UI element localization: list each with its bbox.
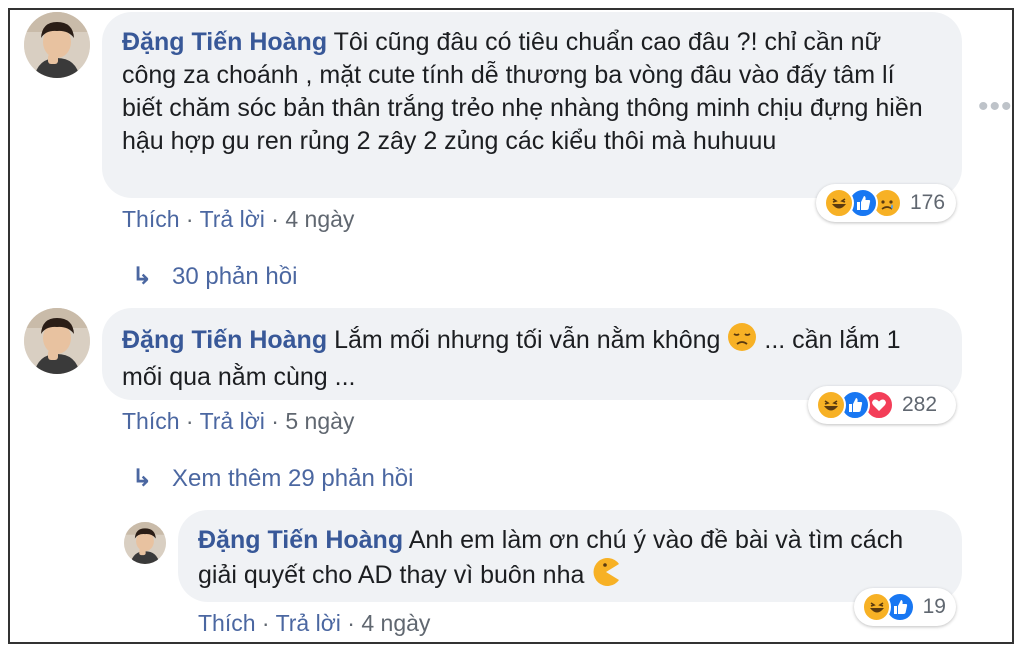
like-button[interactable]: Thích [122,206,180,232]
reply-button[interactable]: Trả lời [276,610,341,636]
comment-time[interactable]: 5 ngày [285,408,354,434]
reaction-count: 19 [922,595,946,618]
disappointed-emoji-icon [727,322,757,361]
like-button[interactable]: Thích [122,408,180,434]
comment-time[interactable]: 4 ngày [361,610,430,636]
reaction-summary[interactable]: 19 [854,588,956,626]
view-replies-link[interactable]: ↳ 30 phản hồi [132,262,297,291]
view-more-replies-link[interactable]: ↳ Xem thêm 29 phản hồi [132,464,414,493]
haha-reaction-icon [824,188,854,218]
comment-time[interactable]: 4 ngày [285,206,354,232]
pacman-emoji-icon [591,557,621,596]
reply-button[interactable]: Trả lời [200,408,265,434]
haha-reaction-icon [862,592,892,622]
reply-bubble: Đặng Tiến Hoàng Anh em làm ơn chú ý vào … [178,510,962,602]
replies-label: Xem thêm 29 phản hồi [172,465,414,492]
comment-actions: Thích · Trả lời · 4 ngày [198,610,431,636]
comment-author[interactable]: Đặng Tiến Hoàng [122,326,327,354]
comment-thread: Đặng Tiến Hoàng Tôi cũng đâu có tiêu chu… [8,8,1014,644]
comment-actions: Thích · Trả lời · 5 ngày [122,408,355,434]
avatar[interactable] [24,308,90,374]
haha-reaction-icon [816,390,846,420]
reaction-summary[interactable]: 282 [808,386,956,424]
reply-arrow-icon: ↳ [132,465,153,492]
comment-text: Lắm mối nhưng tối vẫn nằm không [334,326,721,354]
comment-author[interactable]: Đặng Tiến Hoàng [198,526,403,554]
avatar[interactable] [24,12,90,78]
reply-button[interactable]: Trả lời [200,206,265,232]
replies-label: 30 phản hồi [172,263,298,290]
comment-bubble: Đặng Tiến Hoàng Tôi cũng đâu có tiêu chu… [102,12,962,198]
comment-actions: Thích · Trả lời · 4 ngày [122,206,355,232]
reply-arrow-icon: ↳ [132,263,153,290]
avatar[interactable] [124,522,166,564]
comment-author[interactable]: Đặng Tiến Hoàng [122,28,327,56]
reaction-summary[interactable]: 176 [816,184,956,222]
reaction-count: 282 [902,393,938,416]
more-options-icon[interactable]: ••• [978,90,1013,124]
reaction-count: 176 [910,191,946,214]
like-button[interactable]: Thích [198,610,256,636]
